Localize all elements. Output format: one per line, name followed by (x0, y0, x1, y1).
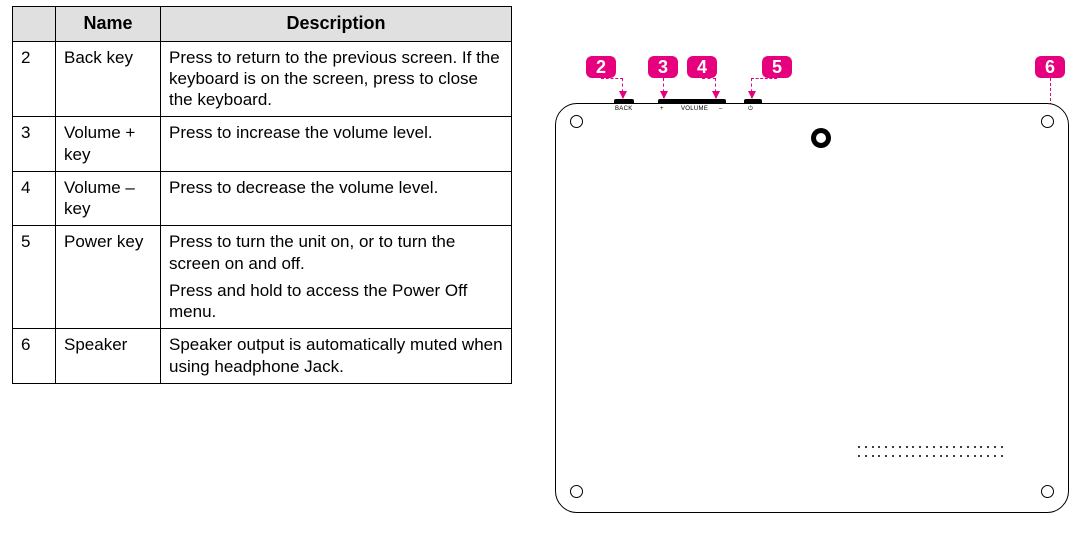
leader-arrow (663, 78, 664, 98)
table-row: 2 Back key Press to return to the previo… (13, 41, 512, 117)
device-diagram: 2 3 4 5 6 BACK + VOLUME – ⏻ (555, 58, 1075, 528)
parts-table: Name Description 2 Back key Press to ret… (12, 6, 512, 384)
row-number: 2 (13, 41, 56, 117)
leader-connector (601, 78, 623, 79)
header-name: Name (56, 7, 161, 42)
row-desc: Press to turn the unit on, or to turn th… (161, 226, 512, 329)
callout-3: 3 (648, 56, 678, 78)
speaker-grill-icon (858, 446, 1003, 457)
edge-label-back: BACK (615, 106, 633, 112)
screw-hole-icon (1041, 485, 1054, 498)
leader-connector (702, 78, 716, 79)
table-row: 6 Speaker Speaker output is automaticall… (13, 329, 512, 384)
leader-arrow (715, 78, 716, 98)
header-description: Description (161, 7, 512, 42)
row-name: Volume – key (56, 171, 161, 226)
table-row: 3 Volume + key Press to increase the vol… (13, 117, 512, 172)
row-desc: Press to decrease the volume level. (161, 171, 512, 226)
row-name: Volume + key (56, 117, 161, 172)
device-body: BACK + VOLUME – ⏻ (555, 103, 1069, 513)
edge-label-plus: + (660, 106, 664, 112)
callout-5: 5 (762, 56, 792, 78)
row-number: 3 (13, 117, 56, 172)
screw-hole-icon (1041, 115, 1054, 128)
table-row: 5 Power key Press to turn the unit on, o… (13, 226, 512, 329)
row-name: Power key (56, 226, 161, 329)
callout-2: 2 (586, 56, 616, 78)
row-name: Back key (56, 41, 161, 117)
edge-label-minus: – (719, 106, 723, 112)
callout-6: 6 (1035, 56, 1065, 78)
edge-label-power: ⏻ (748, 106, 753, 113)
leader-connector (751, 78, 777, 79)
row-number: 4 (13, 171, 56, 226)
row-number: 5 (13, 226, 56, 329)
header-blank (13, 7, 56, 42)
volume-rocker-icon (658, 99, 726, 104)
screw-hole-icon (570, 115, 583, 128)
back-key-icon (614, 99, 634, 104)
row-desc: Press to increase the volume level. (161, 117, 512, 172)
row-number: 6 (13, 329, 56, 384)
power-key-icon (744, 99, 762, 104)
row-desc: Speaker output is automatically muted wh… (161, 329, 512, 384)
table-row: 4 Volume – key Press to decrease the vol… (13, 171, 512, 226)
leader-arrow (622, 78, 623, 98)
edge-label-volume: VOLUME (681, 106, 708, 112)
screw-hole-icon (570, 485, 583, 498)
row-desc: Press to return to the previous screen. … (161, 41, 512, 117)
leader-arrow (751, 78, 752, 98)
camera-icon (811, 128, 831, 148)
callout-4: 4 (687, 56, 717, 78)
row-name: Speaker (56, 329, 161, 384)
